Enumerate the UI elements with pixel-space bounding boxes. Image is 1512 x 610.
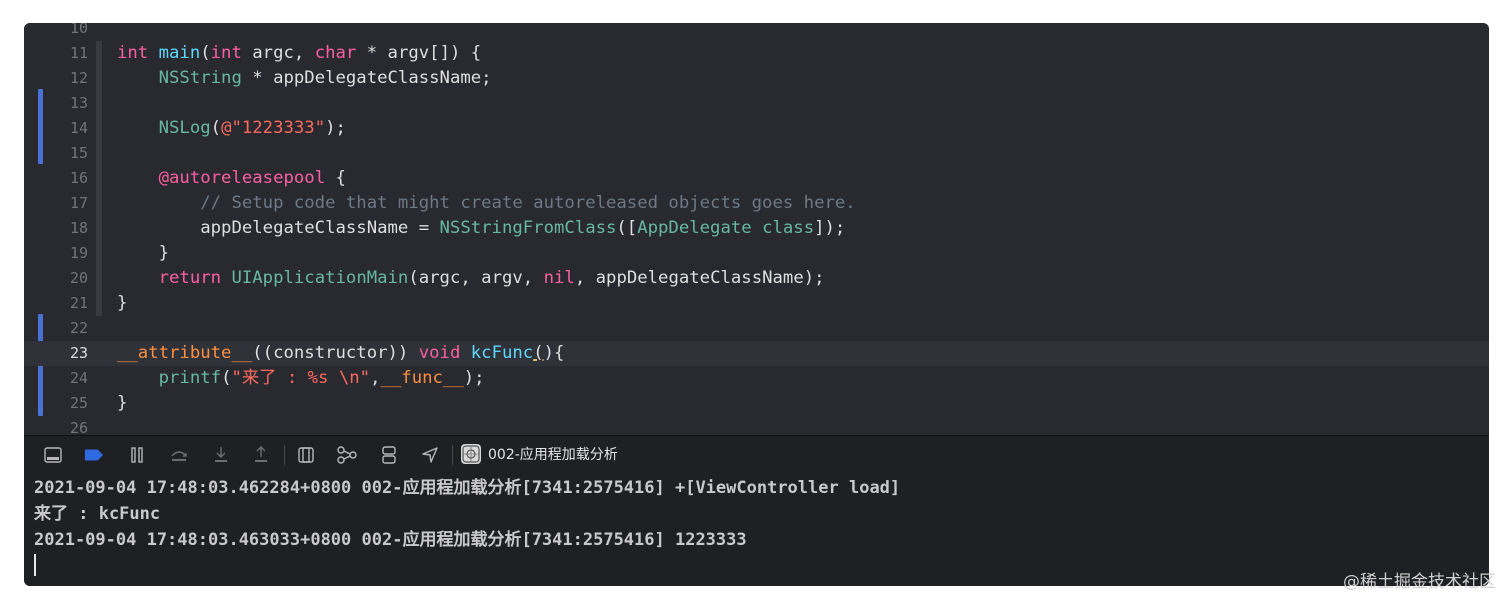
- debug-toolbar: 002-应用程加载分析: [24, 435, 1489, 475]
- xcode-window: 10 11 int main(int argc, char * argv[]) {1…: [24, 23, 1489, 586]
- code-line[interactable]: 16 @autoreleasepool {: [24, 166, 1489, 191]
- line-number[interactable]: 26: [52, 416, 88, 435]
- toolbar-divider: [452, 445, 453, 465]
- code-line[interactable]: 21}: [24, 291, 1489, 316]
- line-number[interactable]: 13: [52, 91, 88, 116]
- line-number[interactable]: 10: [52, 23, 88, 41]
- breakpoints-toggle-icon[interactable]: [84, 445, 104, 465]
- code-text[interactable]: __attribute__((constructor)) void kcFunc…: [117, 341, 564, 366]
- step-into-icon[interactable]: [211, 445, 231, 465]
- console-log-line: 来了 : kcFunc: [34, 504, 161, 524]
- code-fold-ribbon[interactable]: [96, 141, 102, 166]
- code-fold-ribbon[interactable]: [96, 191, 102, 216]
- pause-icon[interactable]: [127, 445, 147, 465]
- code-line[interactable]: 13: [24, 91, 1489, 116]
- hide-debug-area-icon[interactable]: [43, 445, 63, 465]
- debug-console[interactable]: 2021-09-04 17:48:03.462284+0800 002-应用程加…: [24, 474, 1489, 586]
- code-line[interactable]: 12 NSString * appDelegateClassName;: [24, 66, 1489, 91]
- code-fold-ribbon[interactable]: [96, 241, 102, 266]
- console-log-line: 2021-09-04 17:48:03.463033+0800 002-应用程加…: [34, 530, 747, 550]
- code-text[interactable]: appDelegateClassName = NSStringFromClass…: [117, 216, 845, 241]
- step-over-icon[interactable]: [169, 445, 189, 465]
- code-text[interactable]: }: [117, 291, 127, 316]
- line-number[interactable]: 15: [52, 141, 88, 166]
- code-text[interactable]: printf("来了 : %s \n",__func__);: [117, 366, 485, 391]
- code-fold-ribbon[interactable]: [96, 91, 102, 116]
- code-line[interactable]: 24 printf("来了 : %s \n",__func__);: [24, 366, 1489, 391]
- code-fold-ribbon[interactable]: [96, 216, 102, 241]
- line-number[interactable]: 14: [52, 116, 88, 141]
- line-number[interactable]: 21: [52, 291, 88, 316]
- code-line[interactable]: 23 __attribute__((constructor)) void kcFu…: [24, 341, 1489, 366]
- view-hierarchy-icon[interactable]: [296, 445, 316, 465]
- code-text[interactable]: // Setup code that might create autorele…: [117, 191, 855, 216]
- code-text[interactable]: int main(int argc, char * argv[]) {: [117, 41, 481, 66]
- app-target-icon[interactable]: [461, 444, 481, 464]
- line-number[interactable]: 24: [52, 366, 88, 391]
- code-line[interactable]: 18 appDelegateClassName = NSStringFromCl…: [24, 216, 1489, 241]
- environment-overrides-icon[interactable]: [379, 445, 399, 465]
- code-line[interactable]: 25}: [24, 391, 1489, 416]
- step-out-icon[interactable]: [251, 445, 271, 465]
- code-line[interactable]: 22: [24, 316, 1489, 341]
- line-number[interactable]: 19: [52, 241, 88, 266]
- code-text[interactable]: }: [117, 241, 169, 266]
- target-label[interactable]: 002-应用程加载分析: [488, 445, 618, 465]
- console-log-line: 2021-09-04 17:48:03.462284+0800 002-应用程加…: [34, 478, 901, 498]
- memory-graph-icon[interactable]: [337, 445, 357, 465]
- watermark: @稀土掘金技术社区: [1343, 572, 1496, 592]
- code-fold-ribbon[interactable]: [96, 266, 102, 291]
- code-line[interactable]: 17 // Setup code that might create autor…: [24, 191, 1489, 216]
- code-text[interactable]: }: [117, 391, 127, 416]
- code-line[interactable]: 26: [24, 416, 1489, 435]
- toolbar-divider: [284, 445, 285, 465]
- code-text[interactable]: @autoreleasepool {: [117, 166, 346, 191]
- line-number[interactable]: 17: [52, 191, 88, 216]
- code-editor[interactable]: 10 11 int main(int argc, char * argv[]) {1…: [24, 23, 1489, 435]
- line-number[interactable]: 25: [52, 391, 88, 416]
- code-line[interactable]: 14 NSLog(@"1223333");: [24, 116, 1489, 141]
- code-fold-ribbon[interactable]: [96, 291, 102, 316]
- line-number[interactable]: 16: [52, 166, 88, 191]
- code-fold-ribbon[interactable]: [96, 41, 102, 66]
- code-text[interactable]: NSLog(@"1223333");: [117, 116, 346, 141]
- code-line[interactable]: 15: [24, 141, 1489, 166]
- code-line[interactable]: 10: [24, 23, 1489, 41]
- simulate-location-icon[interactable]: [420, 445, 440, 465]
- code-text[interactable]: return UIApplicationMain(argc, argv, nil…: [117, 266, 825, 291]
- code-line[interactable]: 20 return UIApplicationMain(argc, argv, …: [24, 266, 1489, 291]
- line-number[interactable]: 11: [52, 41, 88, 66]
- code-fold-ribbon[interactable]: [96, 166, 102, 191]
- line-number[interactable]: 22: [52, 316, 88, 341]
- code-line[interactable]: 19 }: [24, 241, 1489, 266]
- line-number[interactable]: 23: [52, 341, 88, 366]
- code-text[interactable]: NSString * appDelegateClassName;: [117, 66, 492, 91]
- code-line[interactable]: 11 int main(int argc, char * argv[]) {: [24, 41, 1489, 66]
- line-number[interactable]: 20: [52, 266, 88, 291]
- line-number[interactable]: 18: [52, 216, 88, 241]
- text-cursor: [34, 554, 36, 576]
- code-fold-ribbon[interactable]: [96, 116, 102, 141]
- code-fold-ribbon[interactable]: [96, 66, 102, 91]
- line-number[interactable]: 12: [52, 66, 88, 91]
